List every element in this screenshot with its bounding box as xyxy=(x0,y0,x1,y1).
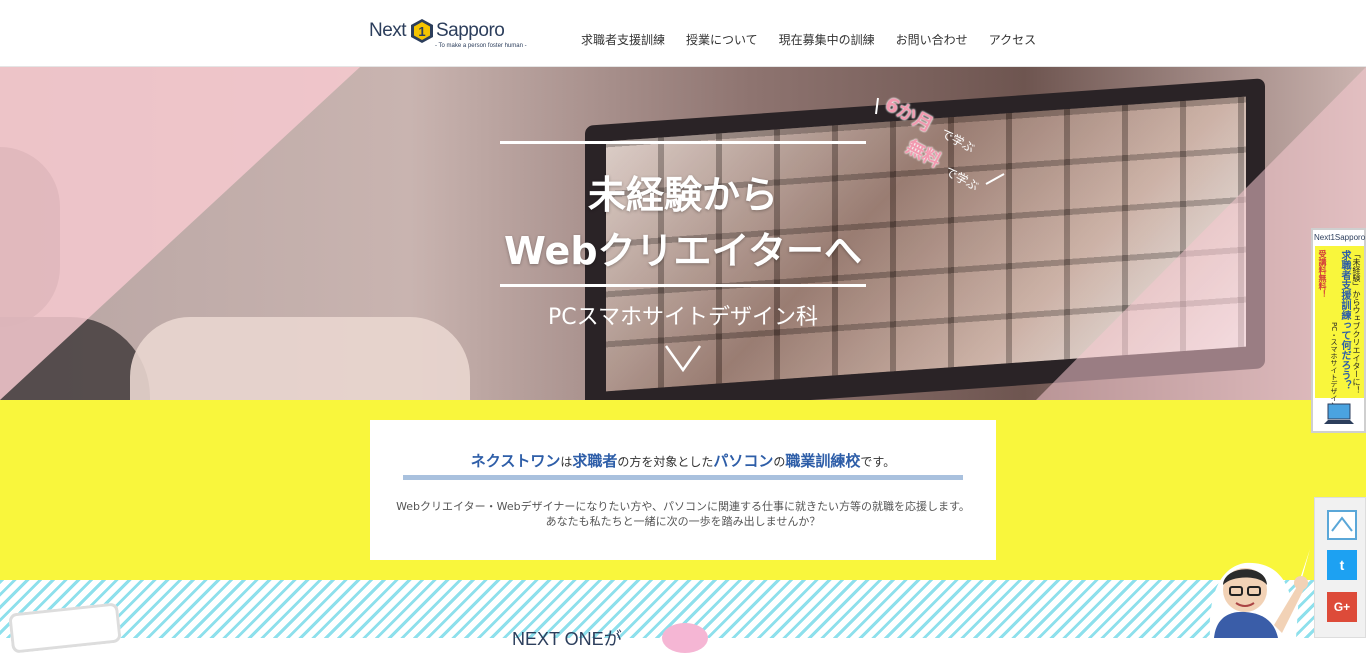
site-header: Next 1 Sapporo - To make a person foster… xyxy=(0,0,1366,67)
hero-bottom-rule xyxy=(500,284,866,287)
side-banner-logo: Next1Sapporo xyxy=(1314,233,1366,242)
intro-body-line2: あなたも私たちと一緒に次の一歩を踏み出しませんか？ xyxy=(545,515,821,528)
hero-title-line2: Webクリエイターへ xyxy=(503,229,862,273)
features-title: NEXT ONEが xyxy=(512,629,622,649)
google-plus-icon: G+ xyxy=(1333,600,1351,614)
intro-heading-text-3: の xyxy=(773,455,786,469)
back-to-top-button[interactable] xyxy=(1327,510,1357,540)
hero-subtitle: PCスマホサイトデザイン科 xyxy=(548,305,818,330)
google-plus-share-button[interactable]: G+ xyxy=(1327,592,1357,622)
logo-word-sapporo: Sapporo xyxy=(436,20,505,41)
laptop-icon xyxy=(1324,403,1354,424)
site-logo[interactable]: Next 1 Sapporo - To make a person foster… xyxy=(369,18,527,52)
nav-access[interactable]: アクセス xyxy=(989,31,1036,48)
side-banner-ad[interactable]: Next1Sapporo 「未経験」からウェブクリエイターに！ 求職者支援訓練っ… xyxy=(1311,228,1366,433)
side-banner-text-2: 求職者支援訓練って何だろう？ xyxy=(1339,250,1350,390)
social-sidebar: t G+ xyxy=(1314,497,1366,638)
intro-heading-text-2: の方を対象とした xyxy=(617,455,714,469)
intro-heading: ネクストワンは求職者の方を対象としたパソコンの職業訓練校です。 xyxy=(370,450,996,471)
chevron-up-icon xyxy=(1331,516,1353,532)
nav-job-seeker-training[interactable]: 求職者支援訓練 xyxy=(581,31,665,48)
hero-hands-image xyxy=(130,317,470,400)
hero-title-line1: 未経験から xyxy=(587,173,778,217)
pink-decoration xyxy=(662,623,708,653)
logo-word-next: Next xyxy=(369,20,407,41)
twitter-share-button[interactable]: t xyxy=(1327,550,1357,580)
intro-heading-job-seekers: 求職者 xyxy=(572,452,618,470)
twitter-icon: t xyxy=(1339,557,1345,573)
intro-divider xyxy=(403,475,963,480)
logo-tagline: - To make a person foster human - xyxy=(435,43,527,49)
nav-current-courses[interactable]: 現在募集中の訓練 xyxy=(779,31,875,48)
hero-top-rule xyxy=(500,141,866,144)
intro-body-line1: Webクリエイター・Webデザイナーになりたい方や、パソコンに関連する仕事に就き… xyxy=(396,500,970,513)
side-banner-text-1: 「未経験」からウェブクリエイターに！ xyxy=(1352,250,1361,394)
intro-card: ネクストワンは求職者の方を対象としたパソコンの職業訓練校です。 Webクリエイタ… xyxy=(370,420,996,560)
main-nav: 求職者支援訓練 授業について 現在募集中の訓練 お問い合わせ アクセス xyxy=(581,31,1036,48)
intro-heading-text-4: です。 xyxy=(860,455,896,469)
intro-heading-pc: パソコン xyxy=(713,452,774,470)
intro-heading-text-1: は xyxy=(560,455,573,469)
nav-about-classes[interactable]: 授業について xyxy=(686,31,758,48)
intro-heading-nextone: ネクストワン xyxy=(470,452,561,470)
mascot-character-image xyxy=(1209,549,1310,638)
nav-contact[interactable]: お問い合わせ xyxy=(896,31,968,48)
intro-heading-vocational-school: 職業訓練校 xyxy=(785,452,861,470)
logo-badge-number: 1 xyxy=(418,24,425,39)
side-banner-text-3: 受講料無料！ xyxy=(1318,250,1327,298)
scroll-down-chevron-icon[interactable] xyxy=(664,344,702,372)
logo-badge-icon: 1 xyxy=(411,19,433,43)
